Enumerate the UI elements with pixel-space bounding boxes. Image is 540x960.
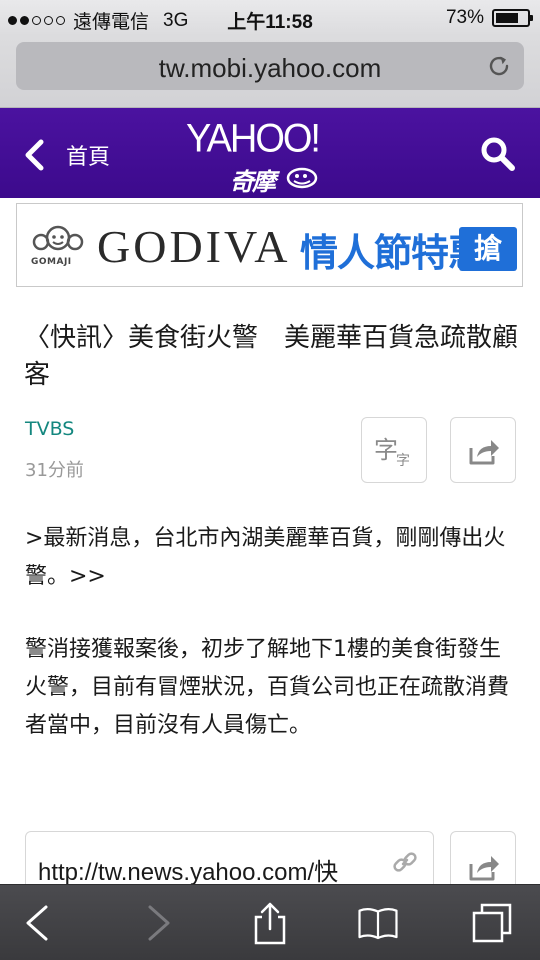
article-source[interactable]: TVBS <box>25 418 74 440</box>
toolbar-share-icon[interactable] <box>248 901 292 945</box>
url-text[interactable]: tw.mobi.yahoo.com <box>16 53 524 84</box>
search-icon[interactable] <box>480 136 516 172</box>
article-time: 31分前 <box>25 460 84 481</box>
yahoo-logo[interactable]: YAHOO! 奇摩 <box>186 116 346 196</box>
url-field[interactable]: tw.mobi.yahoo.com <box>16 42 524 90</box>
link-icon <box>393 852 417 872</box>
reload-icon[interactable] <box>486 53 512 79</box>
browser-address-bar: tw.mobi.yahoo.com <box>0 36 540 108</box>
logo-text: YAHOO! <box>186 116 321 162</box>
site-header: 首頁 YAHOO! 奇摩 <box>0 108 540 198</box>
ad-brand: GODIVA <box>97 221 291 272</box>
article-paragraph: >最新消息，台北市內湖美麗華百貨，剛剛傳出火警。>> <box>25 526 506 589</box>
ad-cta-button[interactable]: 搶 <box>459 227 517 271</box>
browser-toolbar <box>0 884 540 960</box>
home-link[interactable]: 首頁 <box>66 139 110 171</box>
toolbar-back-icon[interactable] <box>16 901 60 945</box>
battery-icon <box>492 9 533 27</box>
logo-subtext: 奇摩 <box>230 167 276 196</box>
back-chevron-icon[interactable] <box>22 138 46 172</box>
article-link-url[interactable]: http://tw.news.yahoo.com/快 <box>38 852 368 887</box>
article-headline: 〈快訊〉美食街火警 美麗華百貨急疏散顧客 <box>24 323 519 390</box>
battery-level <box>496 13 518 23</box>
status-bar: 遠傳電信 3G 上午11:58 73% <box>0 0 540 36</box>
ad-sponsor: GOMAJI <box>31 257 72 267</box>
status-right: 73% <box>445 7 533 29</box>
font-size-icon-small: 字 <box>396 453 410 469</box>
ad-banner[interactable]: GOMAJI GODIVA 情人節特惠！ 搶 <box>16 203 523 287</box>
share-button[interactable] <box>450 417 516 483</box>
tabs-icon[interactable] <box>470 901 514 945</box>
toolbar-forward-icon[interactable] <box>136 901 180 945</box>
font-size-icon-large: 字 <box>374 436 398 464</box>
share-icon <box>469 440 499 465</box>
font-size-button[interactable]: 字 字 <box>361 417 427 483</box>
article-paragraph: 警消接獲報案後，初步了解地下1樓的美食街發生火警，目前有冒煙狀況，百貨公司也正在… <box>25 637 510 738</box>
logo-smile-icon <box>286 167 318 189</box>
battery-percent: 73% <box>445 7 484 28</box>
bookmarks-icon[interactable] <box>356 901 400 945</box>
share-icon <box>469 856 499 881</box>
